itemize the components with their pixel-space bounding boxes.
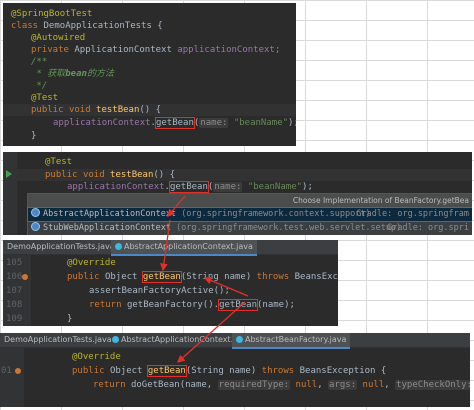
code-comment: * 获取bean的方法 xyxy=(31,69,114,79)
code-line: @SpringBootTest xyxy=(11,9,93,19)
parameter-hint: name: xyxy=(213,182,243,192)
line-number: 107 xyxy=(6,286,23,296)
run-icon[interactable] xyxy=(6,170,12,178)
getbean-method-link[interactable]: getBean xyxy=(154,117,195,129)
library-source-label: Gradle: org.springfram xyxy=(356,209,469,219)
tab-abstract-application-context[interactable]: AbstractApplicationContext.java xyxy=(111,240,257,256)
java-class-icon xyxy=(236,336,243,343)
tab-abstract-bean-factory[interactable]: AbstractBeanFactory.java xyxy=(232,333,351,349)
code-editor-abstract-application-context: DemoApplicationTests.java AbstractApplic… xyxy=(3,240,338,326)
code-comment: /** xyxy=(31,57,48,67)
line-number: 01 xyxy=(1,366,12,376)
code-line-current: public void testBean() { xyxy=(3,104,296,116)
line-number: 105 xyxy=(6,258,23,268)
code-line: private ApplicationContext applicationCo… xyxy=(31,45,281,55)
parameter-hint: requiredType: xyxy=(217,380,291,390)
getbean-method-declaration[interactable]: getBean xyxy=(141,271,182,283)
code-line: @Autowired xyxy=(31,33,86,43)
implementation-option-abstract-application-context[interactable]: AbstractApplicationContext (org.springfr… xyxy=(27,207,472,222)
code-editor-test-class: @SpringBootTest class DemoApplicationTes… xyxy=(3,3,296,146)
code-line: @Override xyxy=(67,258,116,268)
code-line: assertBeanFactoryActive(); xyxy=(89,286,230,296)
java-class-icon xyxy=(115,243,122,250)
code-line-getbean-call: applicationContext.getBean(name: "beanNa… xyxy=(67,181,313,193)
code-comment: */ xyxy=(31,81,48,91)
code-line: public Object getBean(String name) throw… xyxy=(67,271,338,283)
code-line: @Test xyxy=(45,157,73,167)
code-line: } xyxy=(67,314,73,324)
override-marker-icon[interactable] xyxy=(15,368,21,374)
parameter-hint: name: xyxy=(199,118,229,128)
implementation-option-stub-web-application-context[interactable]: StubWebApplicationContext (org.springfra… xyxy=(28,222,472,235)
code-line: @Test xyxy=(31,93,59,103)
getbean-method-declaration[interactable]: getBean xyxy=(146,365,187,377)
code-line-current: public void testBean() { xyxy=(17,169,472,181)
editor-gutter xyxy=(3,152,17,235)
editor-tab-bar: DemoApplicationTests.java AbstractApplic… xyxy=(0,333,470,349)
override-marker-icon[interactable] xyxy=(22,274,28,280)
class-icon xyxy=(31,222,40,231)
tab-demo-application-tests[interactable]: DemoApplicationTests.java xyxy=(0,333,116,347)
line-number-gutter: 01 xyxy=(0,348,24,407)
choose-implementation-popup: Choose Implementation of BeanFactory.get… xyxy=(27,193,472,235)
parameter-hint: args: xyxy=(328,380,358,390)
library-source-label: Gradle: org.spri xyxy=(387,223,469,233)
tab-demo-application-tests[interactable]: DemoApplicationTests.java xyxy=(3,240,119,254)
line-number: 109 xyxy=(6,314,23,324)
code-line-getbean-call: applicationContext.getBean(name: "beanNa… xyxy=(53,117,296,129)
line-number: 106 xyxy=(6,272,23,282)
code-line: } xyxy=(31,131,37,141)
line-number-gutter: 105 106 107 108 109 xyxy=(3,255,31,326)
code-line: @Override xyxy=(72,352,121,362)
getbean-method-link[interactable]: getBean xyxy=(218,299,258,311)
java-class-icon xyxy=(112,336,119,343)
code-line: class DemoApplicationTests { xyxy=(11,21,163,31)
class-icon xyxy=(31,208,40,217)
code-line: return doGetBean(name, requiredType: nul… xyxy=(93,379,470,391)
parameter-hint: typeCheckOnly: xyxy=(395,380,470,390)
code-editor-abstract-bean-factory: DemoApplicationTests.java AbstractApplic… xyxy=(0,333,470,407)
editor-tab-bar: DemoApplicationTests.java AbstractApplic… xyxy=(3,240,338,256)
popup-header: Choose Implementation of BeanFactory.get… xyxy=(28,194,472,207)
code-editor-implementation-chooser: @Test public void testBean() { applicati… xyxy=(3,152,472,235)
getbean-method-link[interactable]: getBean xyxy=(168,181,209,193)
code-line-getbean-call: return getBeanFactory().getBean(name); xyxy=(89,299,295,311)
line-number: 108 xyxy=(6,300,23,310)
code-line: public Object getBean(String name) throw… xyxy=(72,365,387,377)
